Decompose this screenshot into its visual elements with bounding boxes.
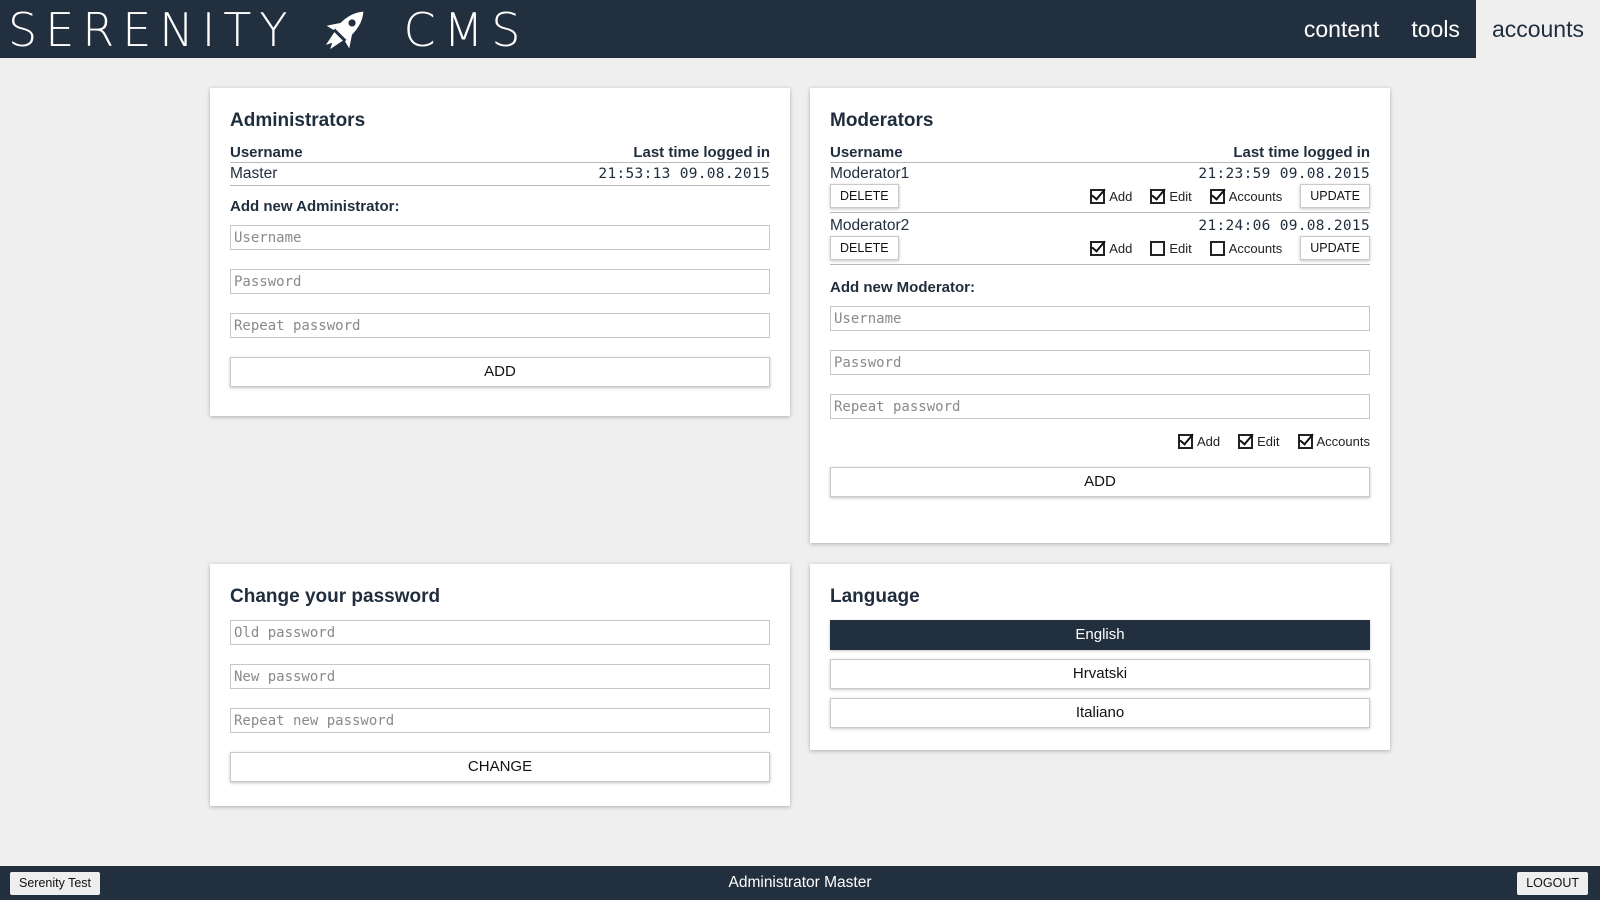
checkbox-checked-icon	[1238, 434, 1254, 449]
change-password-panel: Change your password CHANGE	[210, 564, 790, 806]
admin-username: Master	[230, 165, 278, 182]
moderators-table-header: Username Last time logged in	[830, 144, 1370, 163]
moderator-repeat-password-input[interactable]	[830, 394, 1370, 419]
moderator-username-input[interactable]	[830, 306, 1370, 331]
rocket-icon	[326, 11, 364, 50]
add-admin-button[interactable]: ADD	[230, 357, 770, 387]
checkbox-checked-icon	[1209, 188, 1225, 204]
moderator-last-login: 21:23:59 09.08.2015	[1198, 166, 1370, 182]
admin-repeat-password-input[interactable]	[230, 313, 770, 338]
language-option-italiano[interactable]: Italiano	[830, 698, 1370, 728]
new-perm-add-checkbox[interactable]: Add	[1177, 434, 1220, 449]
logout-button[interactable]: LOGOUT	[1517, 872, 1588, 895]
moderators-title: Moderators	[830, 110, 934, 131]
table-row: Moderator2 21:24:06 09.08.2015 DELETE Ad…	[830, 215, 1370, 265]
language-option-english[interactable]: English	[830, 620, 1370, 650]
nav-tools[interactable]: tools	[1395, 0, 1476, 58]
update-moderator-button[interactable]: UPDATE	[1300, 184, 1370, 208]
delete-moderator-button[interactable]: DELETE	[830, 236, 899, 260]
new-password-input[interactable]	[230, 664, 770, 689]
administrators-title: Administrators	[230, 110, 366, 131]
moderator-username: Moderator2	[830, 217, 910, 234]
update-moderator-button[interactable]: UPDATE	[1300, 236, 1370, 260]
checkbox-unchecked-icon	[1209, 240, 1225, 256]
change-password-title: Change your password	[230, 586, 441, 607]
moderator-last-login: 21:24:06 09.08.2015	[1198, 218, 1370, 234]
admin-last-login: 21:53:13 09.08.2015	[598, 166, 770, 182]
col-username: Username	[230, 144, 303, 161]
top-navbar: SERENITY CMS content tools accounts	[0, 0, 1600, 58]
col-last-login: Last time logged in	[1233, 144, 1370, 161]
new-perm-accounts-checkbox[interactable]: Accounts	[1297, 434, 1370, 449]
language-panel: Language English Hrvatski Italiano	[810, 564, 1390, 750]
checkbox-unchecked-icon	[1150, 240, 1166, 256]
add-admin-title: Add new Administrator:	[230, 198, 400, 215]
perm-accounts-checkbox[interactable]: Accounts	[1209, 188, 1282, 204]
app-logo[interactable]: SERENITY CMS	[8, 2, 528, 58]
col-last-login: Last time logged in	[633, 144, 770, 161]
table-row: Master 21:53:13 09.08.2015	[230, 163, 770, 186]
old-password-input[interactable]	[230, 620, 770, 645]
change-password-button[interactable]: CHANGE	[230, 752, 770, 782]
perm-add-checkbox[interactable]: Add	[1090, 240, 1132, 256]
new-moderator-permissions: Add Edit Accounts	[830, 434, 1370, 449]
add-moderator-button[interactable]: ADD	[830, 467, 1370, 497]
perm-edit-checkbox[interactable]: Edit	[1150, 240, 1192, 256]
moderators-panel: Moderators Username Last time logged in …	[810, 88, 1390, 543]
checkbox-checked-icon	[1150, 188, 1166, 204]
site-button[interactable]: Serenity Test	[10, 872, 101, 895]
repeat-new-password-input[interactable]	[230, 708, 770, 733]
perm-accounts-checkbox[interactable]: Accounts	[1209, 240, 1282, 256]
checkbox-checked-icon	[1177, 434, 1193, 449]
current-user-label: Administrator Master	[728, 874, 872, 891]
add-moderator-title: Add new Moderator:	[830, 279, 975, 296]
checkbox-checked-icon	[1297, 434, 1313, 449]
bottom-bar: Serenity Test Administrator Master LOGOU…	[0, 866, 1600, 900]
col-username: Username	[830, 144, 903, 161]
logo-text-serenity: SERENITY	[8, 3, 296, 57]
main-nav: content tools accounts	[1288, 0, 1600, 58]
language-title: Language	[830, 586, 920, 607]
admin-password-input[interactable]	[230, 269, 770, 294]
administrators-table-header: Username Last time logged in	[230, 144, 770, 163]
admin-username-input[interactable]	[230, 225, 770, 250]
new-perm-edit-checkbox[interactable]: Edit	[1238, 434, 1280, 449]
moderator-password-input[interactable]	[830, 350, 1370, 375]
language-option-hrvatski[interactable]: Hrvatski	[830, 659, 1370, 689]
perm-edit-checkbox[interactable]: Edit	[1150, 188, 1192, 204]
nav-accounts[interactable]: accounts	[1475, 0, 1600, 58]
table-row: Moderator1 21:23:59 09.08.2015 DELETE Ad…	[830, 163, 1370, 213]
moderator-username: Moderator1	[830, 165, 910, 182]
perm-add-checkbox[interactable]: Add	[1090, 188, 1132, 204]
nav-content[interactable]: content	[1288, 0, 1395, 58]
delete-moderator-button[interactable]: DELETE	[830, 184, 899, 208]
checkbox-checked-icon	[1090, 188, 1106, 204]
administrators-panel: Administrators Username Last time logged…	[210, 88, 790, 416]
checkbox-checked-icon	[1090, 240, 1106, 256]
logo-text-cms: CMS	[403, 3, 529, 57]
